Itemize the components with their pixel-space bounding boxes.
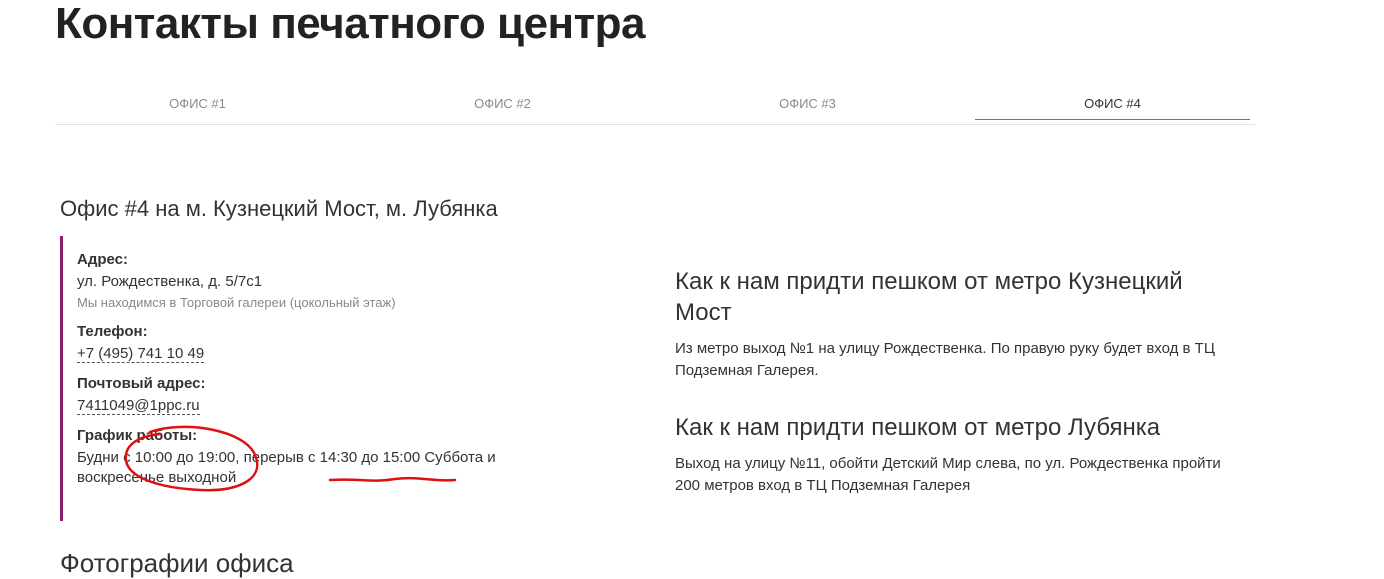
email-label: Почтовый адрес:	[77, 375, 206, 392]
address-label: Адрес:	[77, 251, 128, 268]
email-link[interactable]: 7411049@1ppc.ru	[77, 397, 200, 415]
address-block: Адрес: ул. Рождественка, д. 5/7с1 Мы нах…	[77, 250, 580, 312]
directions-kuznetsky-title: Как к нам придти пешком от метро Кузнецк…	[675, 268, 1183, 326]
schedule-block: График работы: Будни с 10:00 до 19:00, п…	[77, 426, 580, 488]
tab-office-3[interactable]: ОФИС #3	[670, 88, 945, 119]
office-tabs: ОФИС #1 ОФИС #2 ОФИС #3 ОФИС #4	[55, 88, 1255, 125]
address-value: ул. Рождественка, д. 5/7с1	[77, 273, 263, 290]
phone-link[interactable]: +7 (495) 741 10 49	[77, 345, 205, 363]
office-info-panel: Адрес: ул. Рождественка, д. 5/7с1 Мы нах…	[60, 236, 580, 521]
tab-office-4[interactable]: ОФИС #4	[975, 88, 1250, 120]
directions-lubyanka-title: Как к нам придти пешком от метро Лубянка	[675, 414, 1161, 441]
schedule-value: Будни с 10:00 до 19:00, перерыв с 14:30 …	[77, 449, 496, 486]
directions-lubyanka-text: Выход на улицу №11, обойти Детский Мир с…	[675, 455, 1221, 494]
phone-block: Телефон: +7 (495) 741 10 49	[77, 322, 580, 364]
tab-office-1[interactable]: ОФИС #1	[60, 88, 335, 119]
address-note: Мы находимся в Торговой галереи (цокольн…	[77, 295, 396, 310]
directions-kuznetsky-text: Из метро выход №1 на улицу Рождественка.…	[675, 340, 1215, 379]
schedule-label: График работы:	[77, 427, 198, 444]
tab-office-2[interactable]: ОФИС #2	[365, 88, 640, 119]
phone-label: Телефон:	[77, 323, 148, 340]
page-title: Контакты печатного центра	[55, 0, 646, 48]
office-title: Офис #4 на м. Кузнецкий Мост, м. Лубянка	[60, 196, 498, 221]
directions-lubyanka: Как к нам придти пешком от метро Лубянка…	[675, 412, 1235, 497]
email-block: Почтовый адрес: 7411049@1ppc.ru	[77, 374, 580, 416]
directions-kuznetsky: Как к нам придти пешком от метро Кузнецк…	[675, 266, 1235, 382]
